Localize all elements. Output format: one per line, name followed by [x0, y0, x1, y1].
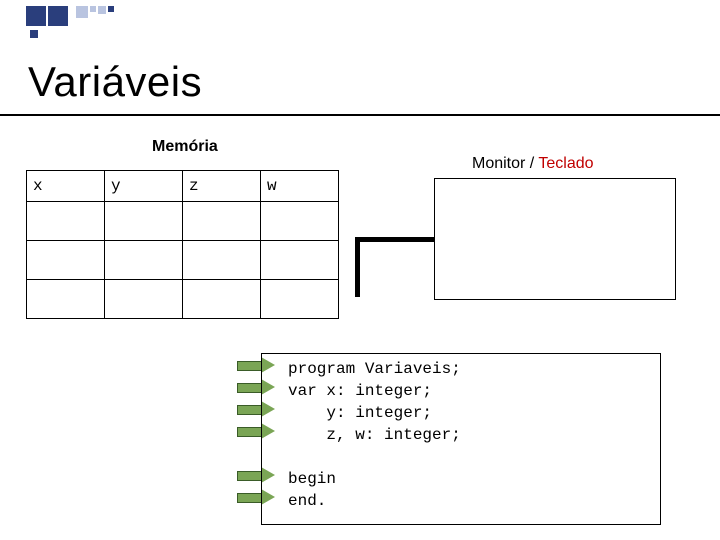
teclado-label: Teclado — [538, 155, 593, 172]
header-decoration-row2 — [30, 30, 38, 38]
deco-square-icon — [48, 6, 68, 26]
code-line: y: integer; — [288, 404, 432, 422]
deco-square-icon — [90, 6, 96, 12]
table-row — [27, 202, 339, 241]
mem-cell-x: x — [27, 171, 105, 202]
deco-square-icon — [76, 6, 88, 18]
code-line: program Variaveis; — [288, 360, 461, 378]
mem-cell-w: w — [261, 171, 339, 202]
memory-label: Memória — [152, 138, 218, 156]
deco-square-icon — [98, 6, 106, 14]
code-line: begin — [288, 470, 336, 488]
deco-square-icon — [26, 6, 46, 26]
code-line: var x: integer; — [288, 382, 432, 400]
monitor-label-plain: Monitor / — [472, 155, 538, 172]
table-row — [27, 280, 339, 319]
table-row — [27, 241, 339, 280]
mem-cell-y: y — [105, 171, 183, 202]
deco-square-icon — [108, 6, 114, 12]
title-underline — [0, 114, 720, 116]
connector-horizontal — [355, 237, 435, 242]
memory-table: x y z w — [26, 170, 339, 319]
mem-cell-z: z — [183, 171, 261, 202]
table-row: x y z w — [27, 171, 339, 202]
page-title: Variáveis — [28, 58, 202, 106]
code-line: z, w: integer; — [288, 426, 461, 444]
connector-vertical — [355, 237, 360, 297]
code-line: end. — [288, 492, 326, 510]
monitor-teclado-label: Monitor / Teclado — [472, 155, 594, 173]
monitor-box — [434, 178, 676, 300]
deco-square-icon — [30, 30, 38, 38]
code-box: program Variaveis; var x: integer; y: in… — [261, 353, 661, 525]
header-decoration — [26, 6, 114, 26]
